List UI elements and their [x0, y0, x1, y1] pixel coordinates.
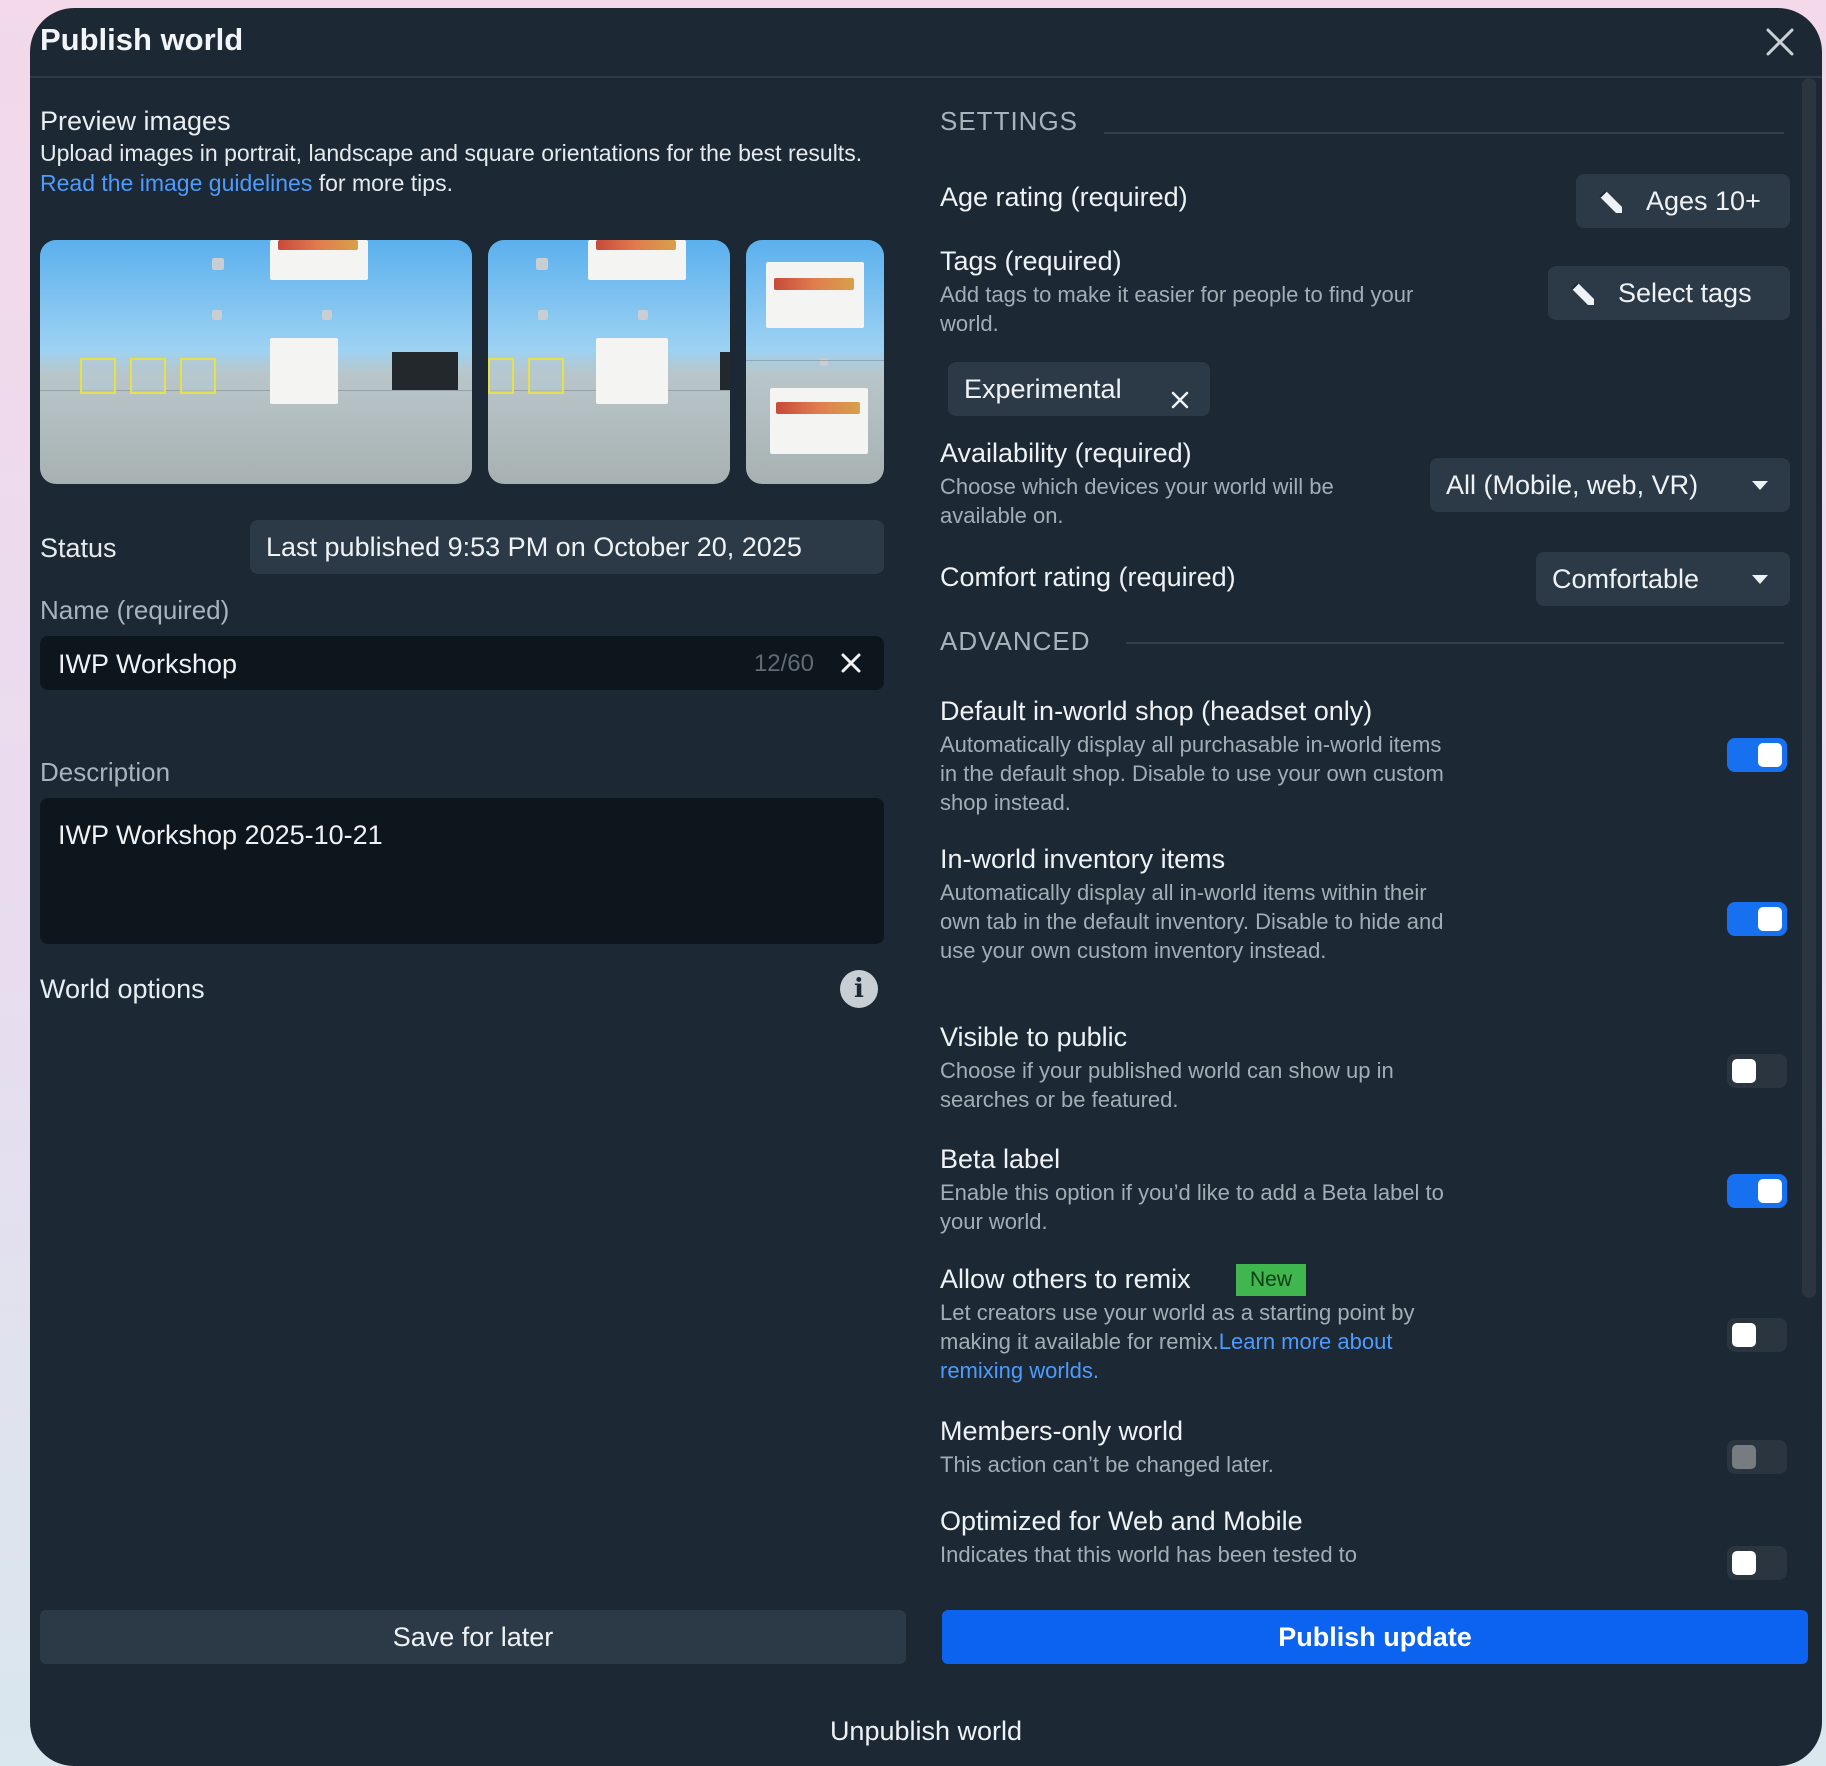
modal-title: Publish world [40, 22, 244, 57]
setting-desc: Let creators use your world as a startin… [940, 1298, 1460, 1385]
clear-icon [841, 653, 861, 673]
setting-title: In-world inventory items [940, 844, 1226, 874]
remove-tag-icon [1171, 391, 1189, 409]
setting-desc: Indicates that this world has been teste… [940, 1542, 1358, 1567]
settings-divider [1104, 132, 1784, 134]
clear-name-button[interactable] [836, 648, 866, 678]
setting-title: Members-only world [940, 1416, 1184, 1446]
setting-title: Beta label [940, 1144, 1061, 1174]
name-input[interactable]: IWP Workshop 12/60 [40, 636, 884, 690]
world-options-label: World options [40, 974, 205, 1004]
preview-image-portrait[interactable] [488, 240, 730, 484]
remove-tag-button[interactable] [1168, 376, 1192, 409]
info-icon[interactable]: i [840, 970, 878, 1008]
description-textarea[interactable]: IWP Workshop 2025-10-21 [40, 798, 884, 944]
optimized-web-toggle[interactable] [1727, 1546, 1787, 1580]
status-label: Status [40, 533, 117, 563]
inventory-items-toggle[interactable] [1727, 902, 1787, 936]
instructions-suffix: for more tips. [312, 170, 453, 196]
pencil-icon [1599, 190, 1622, 213]
default-shop-toggle[interactable] [1727, 738, 1787, 772]
name-char-count: 12/60 [753, 650, 814, 677]
setting-title: Default in-world shop (headset only) [940, 696, 1373, 726]
close-button[interactable] [1760, 22, 1800, 62]
settings-heading: SETTINGS [940, 106, 1079, 136]
name-value[interactable]: IWP Workshop [58, 649, 237, 680]
status-value: Last published 9:53 PM on October 20, 20… [250, 520, 884, 574]
comfort-label: Comfort rating (required) [940, 562, 1236, 592]
publish-update-button[interactable]: Publish update [942, 1610, 1808, 1664]
image-guidelines-link[interactable]: Read the image guidelines [40, 170, 312, 196]
comfort-dropdown[interactable]: Comfortable [1536, 552, 1790, 606]
tags-label: Tags (required) [940, 246, 1122, 276]
members-only-toggle [1727, 1440, 1787, 1474]
new-badge: New [1236, 1264, 1307, 1296]
setting-title: Optimized for Web and Mobile [940, 1506, 1303, 1536]
tag-chip-label: Experimental [964, 374, 1122, 404]
setting-desc: Automatically display all purchasable in… [940, 732, 1444, 815]
allow-remix-toggle[interactable] [1727, 1318, 1787, 1352]
name-label: Name (required) [40, 595, 230, 625]
description-value[interactable]: IWP Workshop 2025-10-21 [58, 820, 383, 851]
instructions-text: Upload images in portrait, landscape and… [40, 140, 863, 166]
setting-desc: Enable this option if you’d like to add … [940, 1180, 1444, 1234]
availability-value: All (Mobile, web, VR) [1446, 470, 1699, 500]
publish-world-modal: Publish world Preview images Upload imag… [30, 8, 1822, 1766]
setting-desc: Choose if your published world can show … [940, 1058, 1394, 1112]
preview-image-square[interactable] [746, 240, 884, 484]
availability-dropdown[interactable]: All (Mobile, web, VR) [1430, 458, 1790, 512]
select-tags-button[interactable]: Select tags [1548, 266, 1790, 320]
pencil-icon [1571, 282, 1594, 305]
select-tags-label: Select tags [1618, 278, 1752, 308]
availability-label: Availability (required) [940, 438, 1192, 468]
preview-image-landscape[interactable] [40, 240, 472, 484]
advanced-heading: ADVANCED [940, 626, 1091, 656]
scrollbar[interactable] [1802, 78, 1816, 1298]
unpublish-world-button[interactable]: Unpublish world [30, 1716, 1822, 1747]
preview-instructions: Upload images in portrait, landscape and… [40, 138, 870, 198]
availability-desc: Choose which devices your world will be … [940, 474, 1334, 528]
description-label: Description [40, 757, 171, 787]
tag-chip-experimental: Experimental [948, 362, 1210, 416]
setting-title: Allow others to remix [940, 1264, 1191, 1294]
close-icon [1766, 28, 1794, 56]
age-rating-value: Ages 10+ [1646, 186, 1761, 216]
advanced-divider [1126, 642, 1784, 644]
age-rating-button[interactable]: Ages 10+ [1576, 174, 1790, 228]
caret-down-icon [1752, 575, 1768, 584]
tags-desc: Add tags to make it easier for people to… [940, 282, 1414, 336]
preview-images-heading: Preview images [40, 106, 231, 136]
beta-label-toggle[interactable] [1727, 1174, 1787, 1208]
save-for-later-button[interactable]: Save for later [40, 1610, 906, 1664]
setting-title: Visible to public [940, 1022, 1128, 1052]
comfort-value: Comfortable [1552, 564, 1700, 594]
caret-down-icon [1752, 481, 1768, 490]
setting-desc: Automatically display all in-world items… [940, 880, 1444, 963]
visible-public-toggle[interactable] [1727, 1054, 1787, 1088]
modal-header: Publish world [30, 8, 1822, 78]
setting-desc: This action can’t be changed later. [940, 1452, 1274, 1477]
age-rating-label: Age rating (required) [940, 182, 1188, 212]
